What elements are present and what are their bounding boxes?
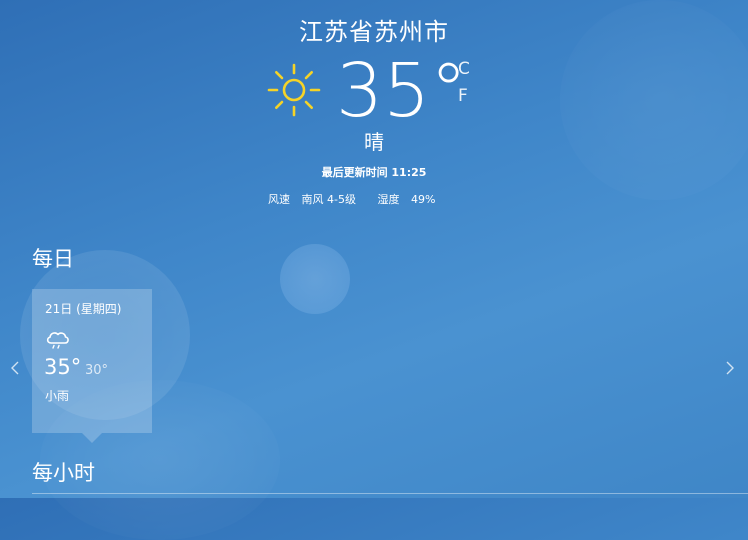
hourly-divider [32,493,748,494]
humidity-value: 49% [410,193,436,206]
hourly-section-title: 每小时 [32,461,95,485]
location-title: 江苏省苏州市 [299,18,449,46]
day-low-temperature: 30° [85,363,109,378]
chevron-right-icon[interactable] [723,358,737,378]
current-condition: 晴 [364,130,384,154]
day-condition: 小雨 [45,389,70,403]
weather-details: 风速 南风 4-5级 湿度 49% [268,191,443,207]
cloud-rain-icon [46,332,69,349]
chevron-left-icon[interactable] [8,358,22,378]
day-high-temperature: 35° [44,355,82,379]
humidity-label: 湿度 [377,193,400,206]
daily-forecast-card[interactable]: 21日 (星期四) 35° 30° 小雨 [32,289,152,443]
wind-value: 南风 4-5级 [301,193,356,206]
unit-fahrenheit-toggle[interactable]: F [458,86,468,106]
wind-label: 风速 [268,193,290,206]
day-date: 21日 (星期四) [45,302,122,316]
background-bokeh [280,244,350,314]
daily-section-title: 每日 [32,247,74,271]
current-weather: 35° C F [266,48,506,134]
unit-celsius-toggle[interactable]: C [458,59,470,79]
sun-icon [267,63,321,117]
current-temperature: 35° [336,48,468,134]
last-updated: 最后更新时间 11:25 [321,166,427,179]
